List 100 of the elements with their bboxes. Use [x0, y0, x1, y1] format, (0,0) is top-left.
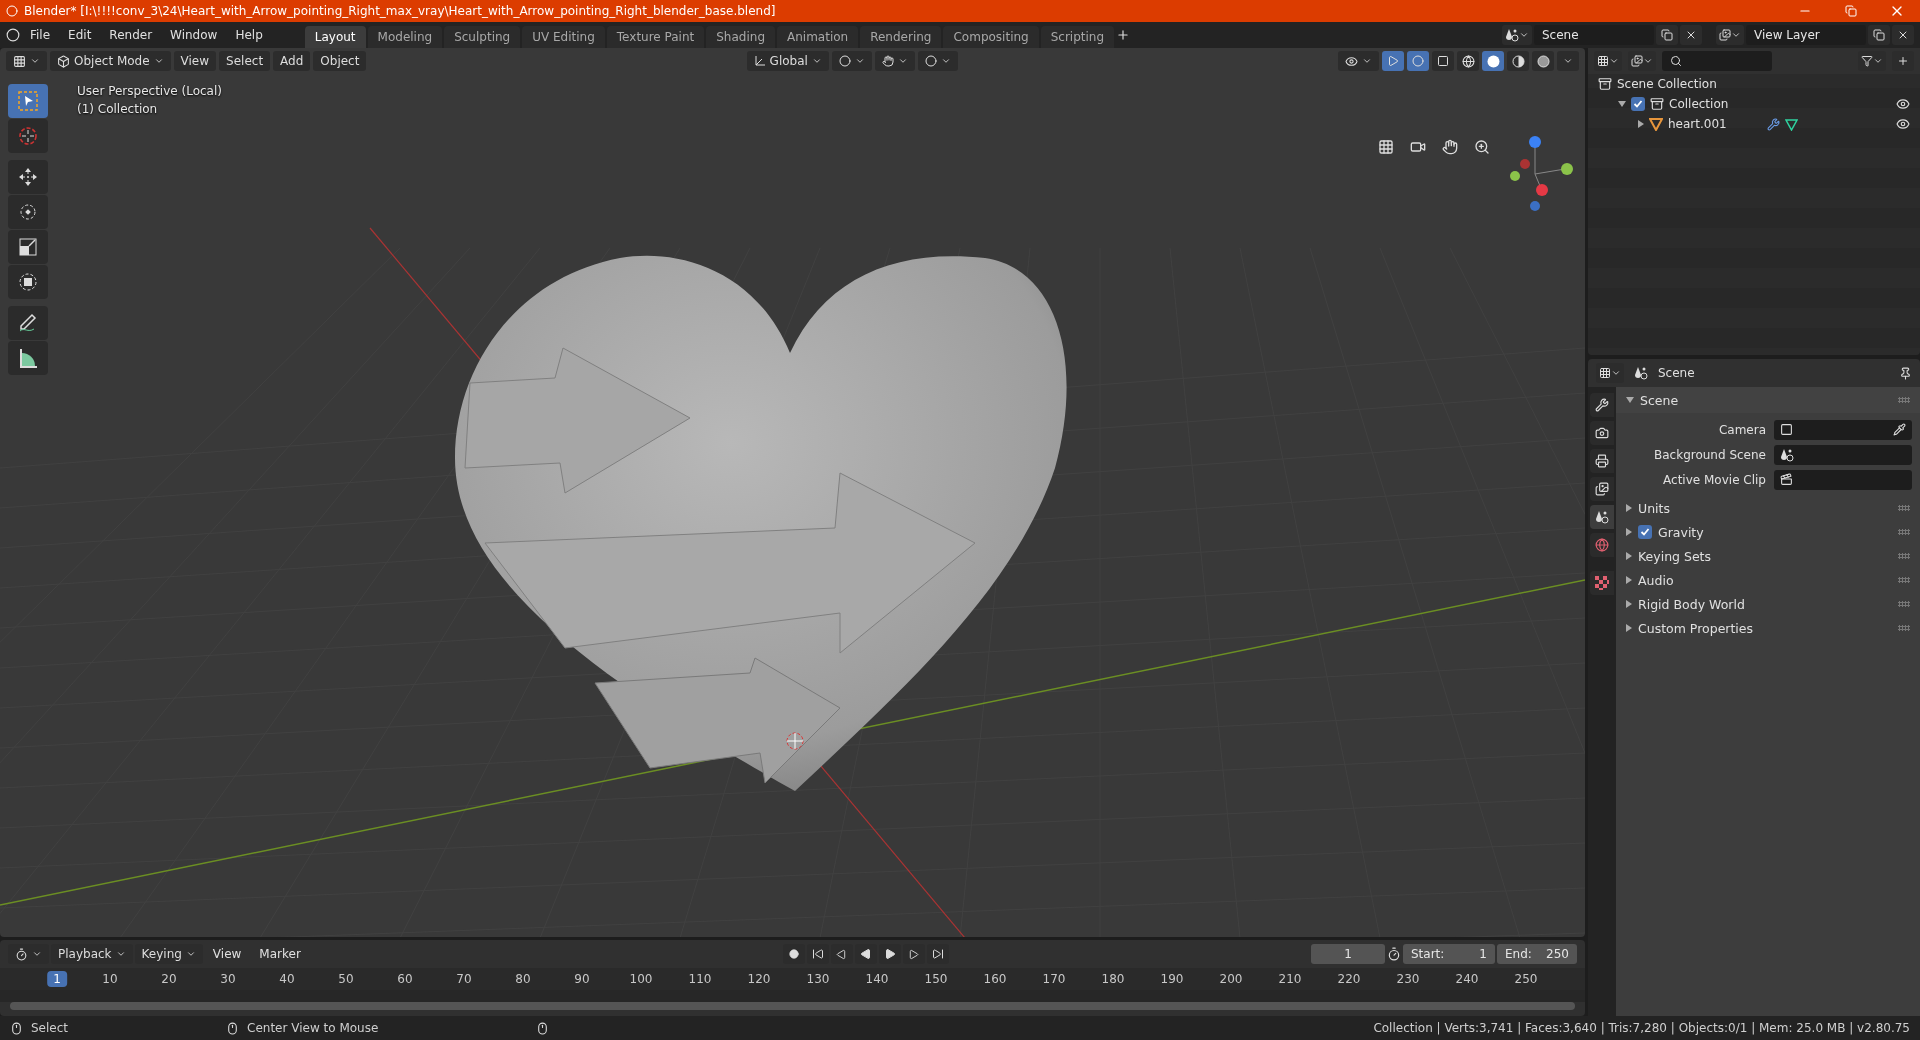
xray-toggle[interactable] — [1432, 51, 1454, 71]
workspace-tab[interactable]: UV Editing — [522, 26, 605, 48]
workspace-tab[interactable]: Rendering — [860, 26, 942, 48]
timeline-menu[interactable]: Marker — [251, 944, 309, 964]
scene-properties-tab[interactable] — [1590, 505, 1614, 529]
play-button[interactable] — [878, 944, 901, 964]
workspace-tab[interactable]: Layout — [304, 26, 366, 48]
view-layer-selector[interactable] — [1716, 25, 1744, 45]
output-properties-tab[interactable] — [1590, 449, 1614, 473]
checkbox[interactable] — [1638, 525, 1652, 539]
3d-viewport[interactable]: Object Mode View Select Add Object Global User Perspective (Local) (1) Collection — [0, 48, 1585, 937]
panel-header[interactable]: Units — [1638, 500, 1670, 516]
measure-tool-button[interactable] — [8, 341, 48, 375]
editor-type-button[interactable] — [1596, 363, 1624, 383]
workspace-tab[interactable]: Texture Paint — [606, 26, 705, 48]
view-layer-field[interactable]: View Layer — [1746, 25, 1866, 45]
viewport-menu[interactable]: View — [173, 51, 217, 71]
menu-item[interactable]: Render — [101, 25, 161, 45]
select-tool-button[interactable] — [8, 84, 48, 118]
new-scene-button[interactable] — [1656, 25, 1678, 45]
stopwatch-icon[interactable] — [1387, 947, 1401, 961]
new-collection-button[interactable] — [1892, 51, 1914, 71]
add-icon[interactable] — [1116, 28, 1131, 42]
scale-tool-button[interactable] — [8, 230, 48, 264]
pivot-dropdown[interactable] — [831, 51, 872, 71]
eye-icon[interactable] — [1896, 97, 1910, 111]
search-field[interactable] — [1662, 51, 1772, 71]
overlay-toggle[interactable] — [1407, 51, 1429, 71]
prev-keyframe-button[interactable] — [830, 944, 853, 964]
expand-toggle[interactable] — [1638, 120, 1644, 128]
workspace-tab[interactable]: Modeling — [367, 26, 443, 48]
timeline-menu[interactable]: View — [204, 944, 250, 964]
menu-item[interactable]: Help — [227, 25, 271, 45]
tool-properties-tab[interactable] — [1590, 393, 1614, 417]
gizmo-toggle[interactable] — [1382, 51, 1404, 71]
play-reverse-button[interactable] — [854, 944, 877, 964]
panel-header[interactable]: Keying Sets — [1638, 548, 1711, 564]
jump-start-button[interactable] — [806, 944, 829, 964]
delete-scene-button[interactable] — [1680, 25, 1702, 45]
panel-header[interactable]: Rigid Body World — [1638, 596, 1745, 612]
move-tool-button[interactable] — [8, 160, 48, 194]
menu-item[interactable]: Edit — [60, 25, 100, 45]
workspace-tab[interactable]: Shading — [706, 26, 775, 48]
shading-mode-button[interactable] — [1457, 51, 1479, 71]
current-frame-field[interactable]: 1 — [1311, 944, 1385, 964]
new-view-layer-button[interactable] — [1868, 25, 1890, 45]
viewport-menu[interactable]: Add — [273, 51, 311, 71]
orientation-dropdown[interactable]: Global — [746, 51, 829, 71]
workspace-tab[interactable]: Scripting — [1040, 26, 1115, 48]
menu-item[interactable]: File — [22, 25, 59, 45]
timeline-menu[interactable]: Keying — [134, 944, 203, 964]
texture-properties-tab[interactable] — [1590, 571, 1614, 595]
data-field[interactable] — [1774, 444, 1912, 465]
delete-view-layer-button[interactable] — [1892, 25, 1914, 45]
end-frame-field[interactable]: End: 250 — [1497, 944, 1577, 964]
viewport-menu[interactable]: Select — [219, 51, 271, 71]
world-properties-tab[interactable] — [1590, 533, 1614, 557]
start-frame-field[interactable]: Start: 1 — [1403, 944, 1495, 964]
menu-item[interactable]: Window — [162, 25, 226, 45]
workspace-tab[interactable]: Animation — [777, 26, 859, 48]
outliner-item[interactable]: Collection — [1669, 97, 1729, 111]
scene-field[interactable]: Scene — [1534, 25, 1654, 45]
filter-view-dropdown[interactable] — [1628, 51, 1656, 71]
checkbox[interactable] — [1631, 97, 1645, 111]
shading-mode-button[interactable] — [1482, 51, 1504, 71]
jump-end-button[interactable] — [926, 944, 949, 964]
annotate-tool-button[interactable] — [8, 306, 48, 340]
transform-tool-button[interactable] — [8, 265, 48, 299]
rotate-tool-button[interactable] — [8, 195, 48, 229]
eyedropper-icon[interactable] — [1893, 423, 1906, 436]
editor-type-button[interactable] — [8, 944, 49, 964]
cursor-tool-button[interactable] — [8, 119, 48, 153]
eye-icon[interactable] — [1896, 117, 1910, 131]
mode-dropdown[interactable]: Object Mode — [50, 51, 171, 71]
render-properties-tab[interactable] — [1590, 421, 1614, 445]
next-keyframe-button[interactable] — [902, 944, 925, 964]
scrollbar[interactable] — [10, 1002, 1575, 1010]
workspace-tab[interactable]: Compositing — [943, 26, 1039, 48]
filter-dropdown[interactable] — [1858, 51, 1886, 71]
snap-button[interactable] — [874, 51, 915, 71]
panel-header[interactable]: Custom Properties — [1638, 620, 1754, 636]
record-button[interactable] — [782, 944, 805, 964]
panel-header[interactable]: Scene — [1616, 387, 1920, 413]
timeline-menu[interactable]: Playback — [51, 944, 133, 964]
scene-selector[interactable] — [1502, 25, 1532, 45]
viewport-menu[interactable]: Object — [313, 51, 367, 71]
app-logo-icon[interactable] — [6, 28, 20, 42]
workspace-tab[interactable]: Sculpting — [444, 26, 521, 48]
pin-icon[interactable] — [1899, 366, 1912, 380]
visibility-dropdown[interactable] — [1338, 51, 1379, 71]
panel-header[interactable]: Audio — [1638, 572, 1674, 588]
proportional-edit-button[interactable] — [917, 51, 958, 71]
editor-type-button[interactable] — [6, 51, 47, 71]
display-mode-dropdown[interactable] — [1594, 51, 1622, 71]
shading-mode-button[interactable] — [1532, 51, 1554, 71]
data-field[interactable] — [1774, 419, 1912, 440]
shading-mode-button[interactable] — [1507, 51, 1529, 71]
outliner-item[interactable]: Scene Collection — [1617, 77, 1717, 91]
outliner-item[interactable]: heart.001 — [1668, 117, 1727, 131]
panel-header[interactable]: Gravity — [1658, 524, 1704, 540]
